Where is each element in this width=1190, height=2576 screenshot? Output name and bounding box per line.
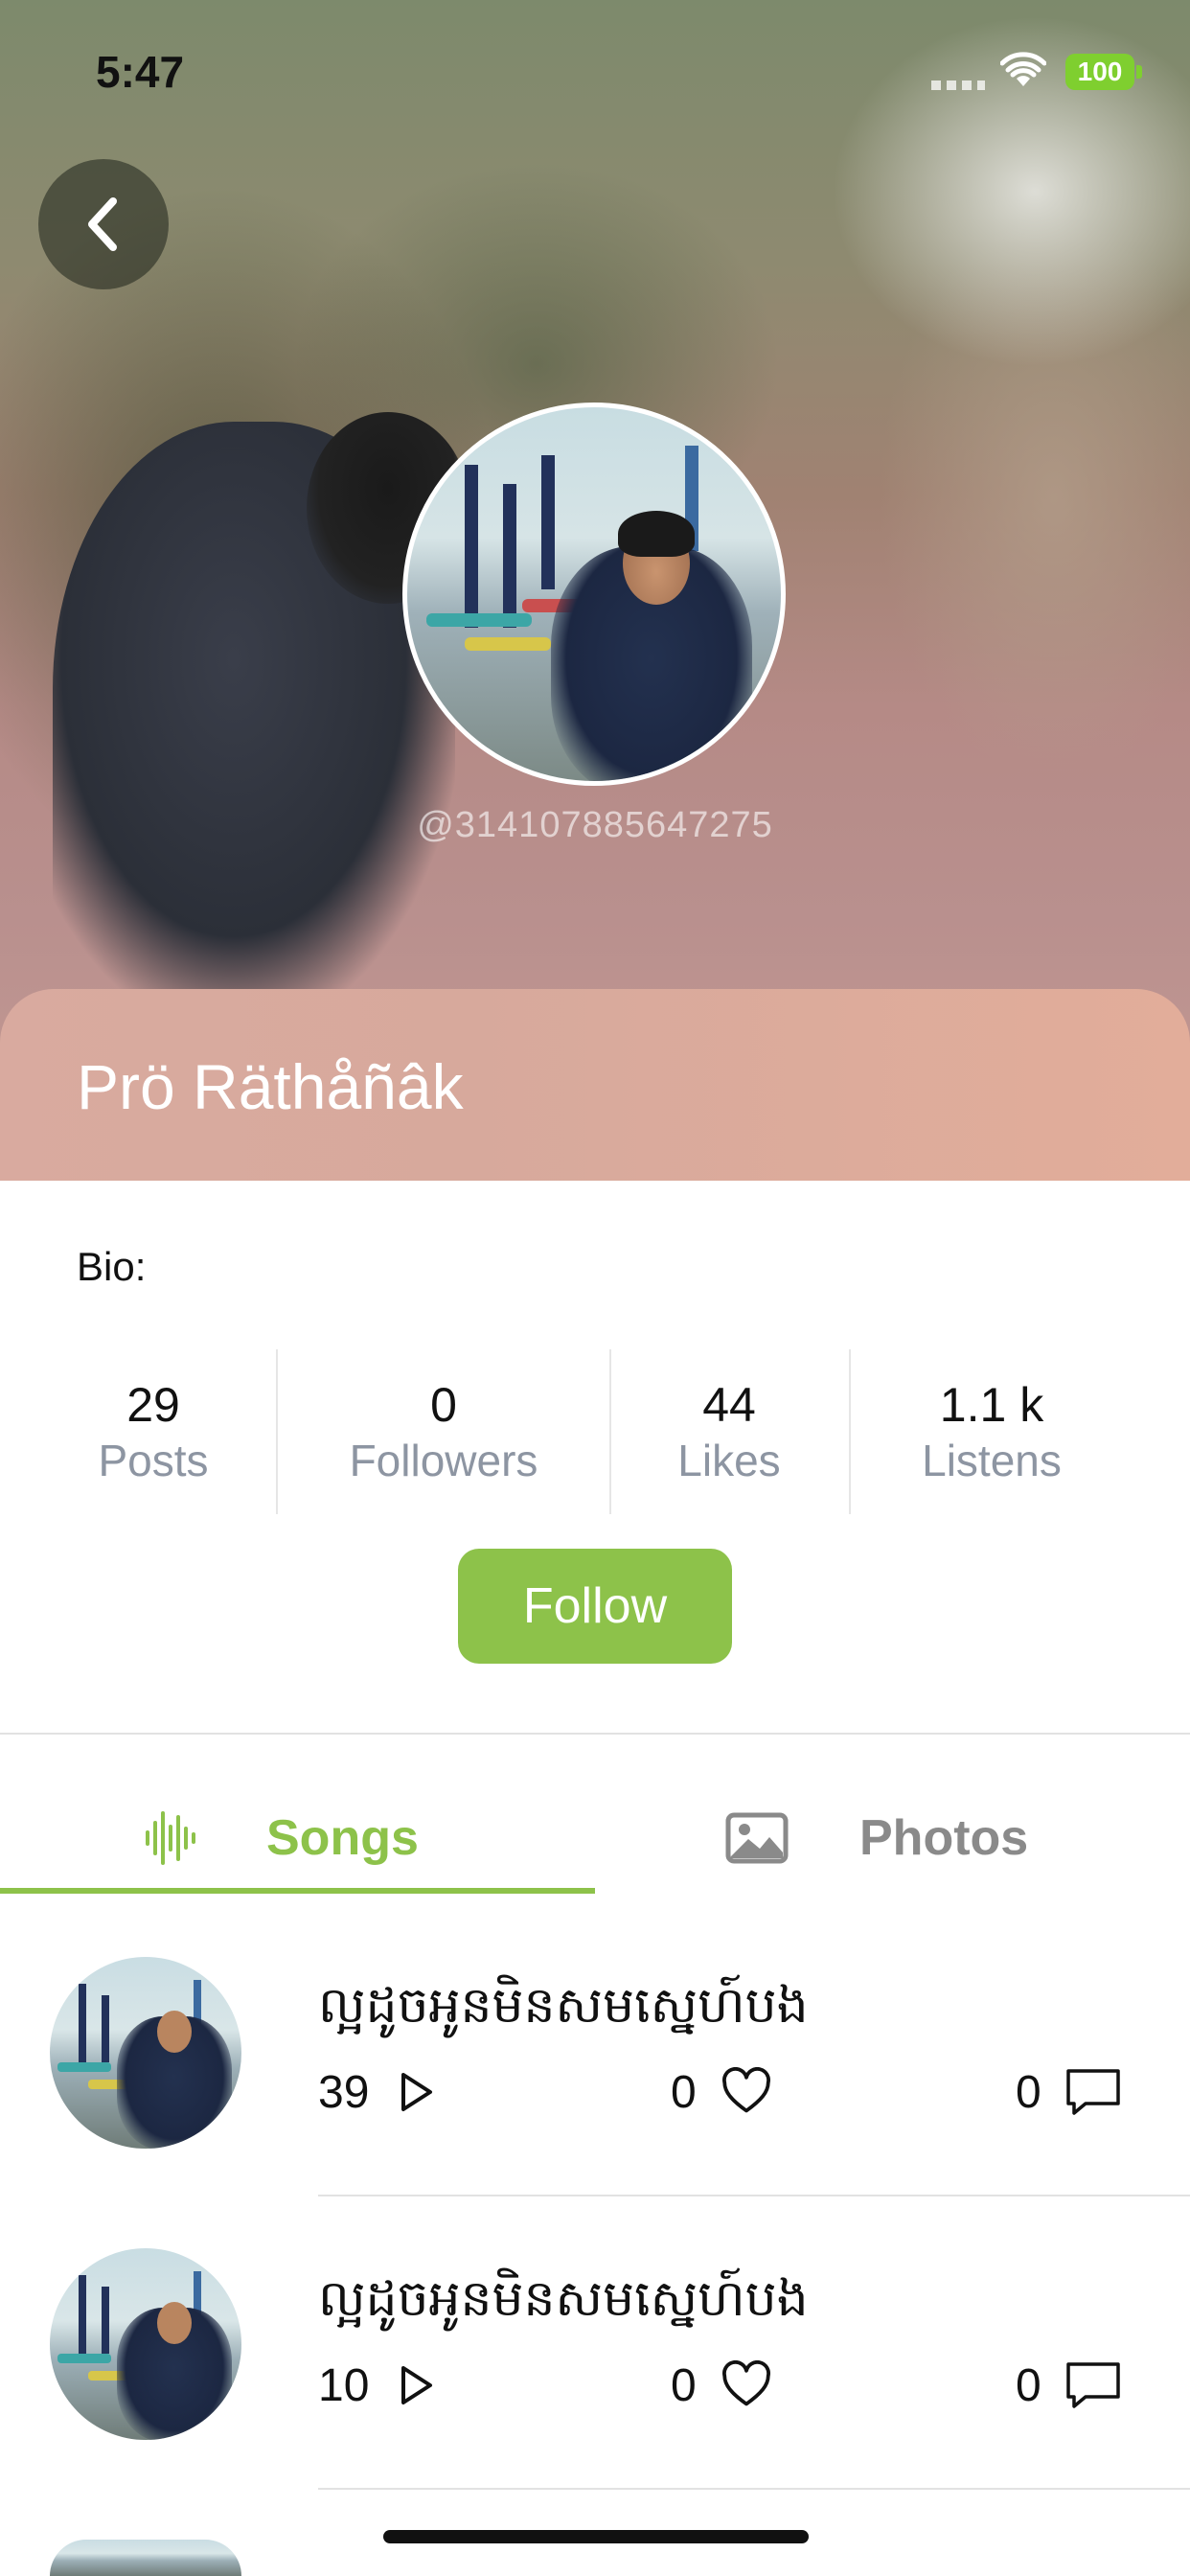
display-name: Prö Räthåñâk <box>77 1051 464 1122</box>
home-indicator <box>383 2530 809 2543</box>
stat-label: Followers <box>349 1436 538 1485</box>
song-title: ល្អដូចអូនមិនសមស្នេហ៍បង <box>318 2270 809 2328</box>
comment-icon[interactable] <box>1064 2360 1122 2410</box>
cellular-signal-icon <box>931 80 985 90</box>
stat-value: 1.1 k <box>939 1378 1044 1432</box>
song-thumbnail <box>50 1957 241 2149</box>
tab-label: Photos <box>859 1810 1029 1866</box>
image-icon <box>725 1812 789 1864</box>
profile-avatar[interactable] <box>402 402 786 786</box>
stat-value: 0 <box>430 1378 457 1432</box>
stat-value: 29 <box>126 1378 180 1432</box>
heart-icon[interactable] <box>720 2360 773 2410</box>
stat-divider <box>276 1349 278 1514</box>
play-icon[interactable] <box>392 2069 438 2115</box>
heart-icon[interactable] <box>720 2067 773 2117</box>
stat-label: Posts <box>98 1436 209 1485</box>
audio-wave-icon <box>146 1811 195 1865</box>
comment-count: 0 <box>1016 2066 1041 2118</box>
song-title: ល្អដូចអូនមិនសមស្នេហ៍បង <box>318 1977 809 2035</box>
bio-label: Bio: <box>77 1244 147 1289</box>
stats-row: 29 Posts 0 Followers 44 Likes 1.1 k List… <box>0 1349 1190 1514</box>
stat-listens[interactable]: 1.1 k Listens <box>862 1349 1121 1514</box>
song-thumbnail <box>50 2248 241 2440</box>
tab-photos[interactable]: Photos <box>595 1782 1190 1894</box>
comment-count: 0 <box>1016 2359 1041 2411</box>
chevron-left-icon <box>88 197 117 251</box>
play-icon[interactable] <box>392 2362 438 2408</box>
tab-label: Songs <box>266 1810 419 1866</box>
tab-songs[interactable]: Songs <box>0 1782 595 1894</box>
row-divider <box>318 2488 1190 2490</box>
song-thumbnail-partial <box>50 2540 241 2576</box>
back-button[interactable] <box>38 159 169 289</box>
play-count: 39 <box>318 2066 370 2118</box>
status-time: 5:47 <box>96 47 185 97</box>
user-handle: @314107885647275 <box>417 805 773 845</box>
stat-followers[interactable]: 0 Followers <box>287 1349 600 1514</box>
stat-label: Likes <box>677 1436 781 1485</box>
song-stats: 10 0 0 <box>318 2352 1142 2419</box>
follow-button[interactable]: Follow <box>458 1549 732 1664</box>
song-stats: 39 0 0 <box>318 2058 1142 2126</box>
like-count: 0 <box>671 2359 697 2411</box>
stat-posts[interactable]: 29 Posts <box>38 1349 268 1514</box>
stat-label: Listens <box>922 1436 1062 1485</box>
play-count: 10 <box>318 2359 370 2411</box>
comment-icon[interactable] <box>1064 2067 1122 2117</box>
wifi-icon <box>1000 52 1046 86</box>
stat-likes[interactable]: 44 Likes <box>623 1349 835 1514</box>
battery-cap <box>1136 65 1142 79</box>
stat-divider <box>849 1349 851 1514</box>
section-divider <box>0 1733 1190 1735</box>
song-list-item[interactable]: ល្អដូចអូនមិនសមស្នេហ៍បង 10 0 0 <box>0 2223 1190 2517</box>
stat-value: 44 <box>702 1378 756 1432</box>
row-divider <box>318 2195 1190 2196</box>
tab-selected-indicator <box>0 1888 595 1894</box>
battery-indicator: 100 <box>1065 54 1134 90</box>
like-count: 0 <box>671 2066 697 2118</box>
stat-divider <box>609 1349 611 1514</box>
song-list-item[interactable]: ល្អដូចអូនមិនសមស្នេហ៍បង 39 0 0 <box>0 1930 1190 2223</box>
